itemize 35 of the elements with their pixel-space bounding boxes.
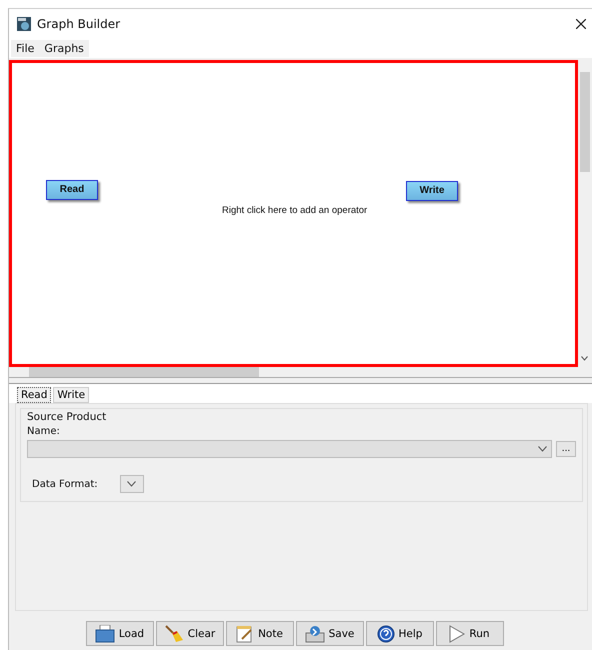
action-button[interactable]: Help — [366, 621, 434, 646]
play-icon — [449, 624, 466, 642]
broom-icon — [164, 624, 184, 642]
window-title: Graph Builder — [37, 16, 122, 30]
operator-node[interactable]: Read — [46, 180, 98, 200]
save-icon — [304, 624, 325, 642]
action-button[interactable]: Load — [86, 621, 154, 646]
chevron-icon — [538, 446, 547, 452]
close-icon[interactable] — [576, 18, 586, 28]
action-button[interactable]: Note — [226, 621, 294, 646]
graph-canvas[interactable]: Read Write Right click here to add an operator — [9, 60, 578, 367]
action-button[interactable]: Clear — [156, 621, 224, 646]
menu-item[interactable]: File — [11, 40, 40, 56]
canvas-hint: Right click here to add an operator — [222, 205, 368, 216]
folder-icon — [94, 624, 115, 642]
action-button[interactable]: Save — [296, 621, 364, 646]
menu-item[interactable]: Graphs — [39, 40, 89, 56]
tab[interactable]: Write — [53, 387, 90, 403]
data-format-label: Data Format: — [32, 478, 98, 490]
help-icon — [376, 624, 395, 642]
chevron-icon — [127, 481, 136, 487]
notepad-icon — [236, 624, 254, 642]
scroll-down-icon[interactable] — [581, 356, 588, 361]
name-label: Name: — [27, 426, 61, 437]
browse-button[interactable]: ... — [556, 441, 576, 457]
group-title: Source Product — [27, 411, 108, 423]
scroll-thumb[interactable] — [29, 367, 259, 377]
name-dropdown[interactable] — [27, 440, 552, 458]
app-icon — [17, 16, 31, 30]
tab[interactable]: Read — [17, 387, 52, 403]
scroll-thumb[interactable] — [580, 72, 590, 172]
operator-node[interactable]: Write — [406, 181, 458, 201]
action-button[interactable]: Run — [436, 621, 504, 646]
data-format-dropdown[interactable] — [120, 475, 144, 493]
horizontal-scrollbar[interactable] — [9, 367, 592, 378]
